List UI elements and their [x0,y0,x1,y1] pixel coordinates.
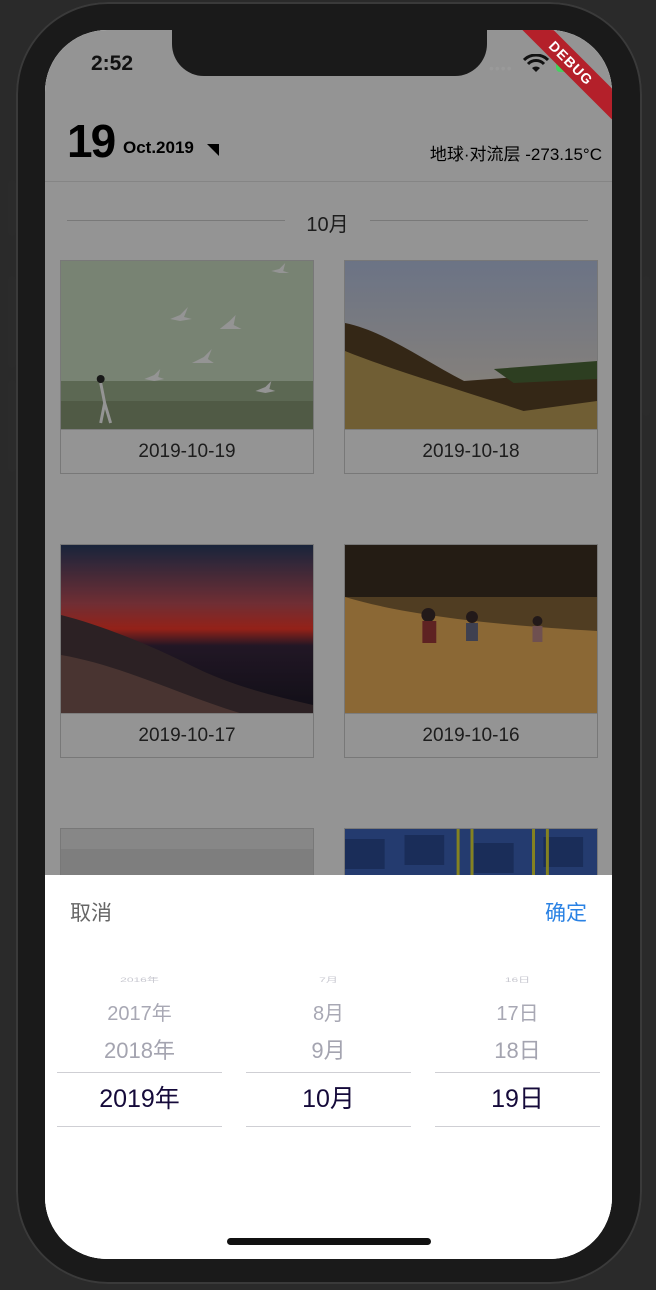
day-option[interactable]: 16日 [435,975,600,984]
year-option[interactable]: 2018年 [57,1033,222,1065]
selection-line-top [57,1072,222,1073]
year-wheel[interactable]: 2016年 2017年 2018年 2019年 [57,975,222,1135]
modal-backdrop[interactable] [45,30,612,875]
selection-line-top [246,1072,411,1073]
month-wheel[interactable]: 7月 8月 9月 10月 [246,975,411,1135]
wifi-icon [523,54,549,72]
year-option[interactable]: 2016年 [57,975,222,984]
year-option[interactable]: 2017年 [57,997,222,1026]
day-wheel[interactable]: 16日 17日 18日 19日 [435,975,600,1135]
selection-line-top [435,1072,600,1073]
volume-up-button [8,276,16,368]
day-option-selected[interactable]: 19日 [435,1079,600,1115]
home-indicator[interactable] [227,1238,431,1245]
confirm-button[interactable]: 确定 [545,897,587,927]
volume-down-button [8,380,16,472]
month-option[interactable]: 8月 [246,997,411,1026]
mute-switch [8,180,16,236]
month-option[interactable]: 7月 [246,975,411,984]
day-option[interactable]: 18日 [435,1033,600,1065]
device-notch [172,30,487,76]
selection-line-bottom [246,1126,411,1127]
diary-app: 19 Oct.2019 地球·对流层 -273.15°C 10月 2019-10… [45,30,612,1259]
cancel-button[interactable]: 取消 [70,897,112,927]
status-time: 2:52 [91,52,134,75]
month-option-selected[interactable]: 10月 [246,1079,411,1115]
year-option-selected[interactable]: 2019年 [57,1079,222,1115]
date-picker-sheet: 取消 确定 2016年 2017年 2018年 2019年 7月 8月 9月 1… [45,875,612,1259]
month-option[interactable]: 9月 [246,1033,411,1065]
selection-line-bottom [57,1126,222,1127]
cellular-signal-icon: •••• [489,60,513,76]
selection-line-bottom [435,1126,600,1127]
power-button [642,276,650,416]
status-bar: 2:52 •••• DEBUG [45,30,612,124]
day-option[interactable]: 17日 [435,997,600,1026]
phone-screen: 19 Oct.2019 地球·对流层 -273.15°C 10月 2019-10… [45,30,612,1259]
